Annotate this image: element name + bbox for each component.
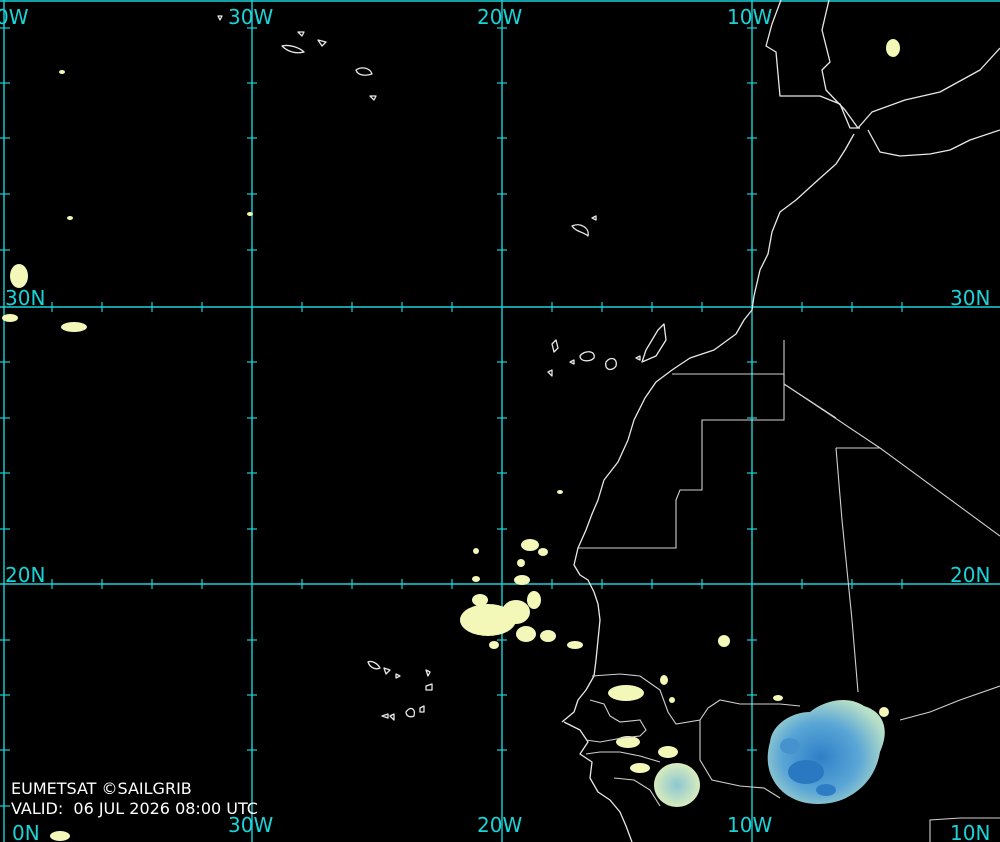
copyright-credit: EUMETSAT ©SAILGRIB bbox=[11, 779, 192, 798]
longitude-label-20w-bottom: 20W bbox=[477, 813, 522, 837]
latitude-label-20n-right: 20N bbox=[950, 563, 990, 587]
satellite-map: 0W 30W 20W 10W 30N 30N 20N 20N 30W 20W 1… bbox=[0, 0, 1000, 842]
longitude-label-10w-top: 10W bbox=[727, 5, 772, 29]
longitude-label-40w-top: 0W bbox=[0, 5, 29, 29]
longitude-label-20w-top: 20W bbox=[477, 5, 522, 29]
valid-time: VALID: 06 JUL 2026 08:00 UTC bbox=[11, 799, 258, 818]
latitude-label-10n-right: 10N bbox=[950, 821, 990, 842]
latitude-label-30n-left: 30N bbox=[5, 286, 45, 310]
cloud-cover-mid bbox=[654, 763, 700, 807]
latitude-label-30n-right: 30N bbox=[950, 286, 990, 310]
longitude-label-30w-top: 30W bbox=[228, 5, 273, 29]
longitude-label-10w-bottom: 10W bbox=[727, 813, 772, 837]
latitude-label-10n-left: 0N bbox=[12, 821, 40, 842]
latitude-label-20n-left: 20N bbox=[5, 563, 45, 587]
